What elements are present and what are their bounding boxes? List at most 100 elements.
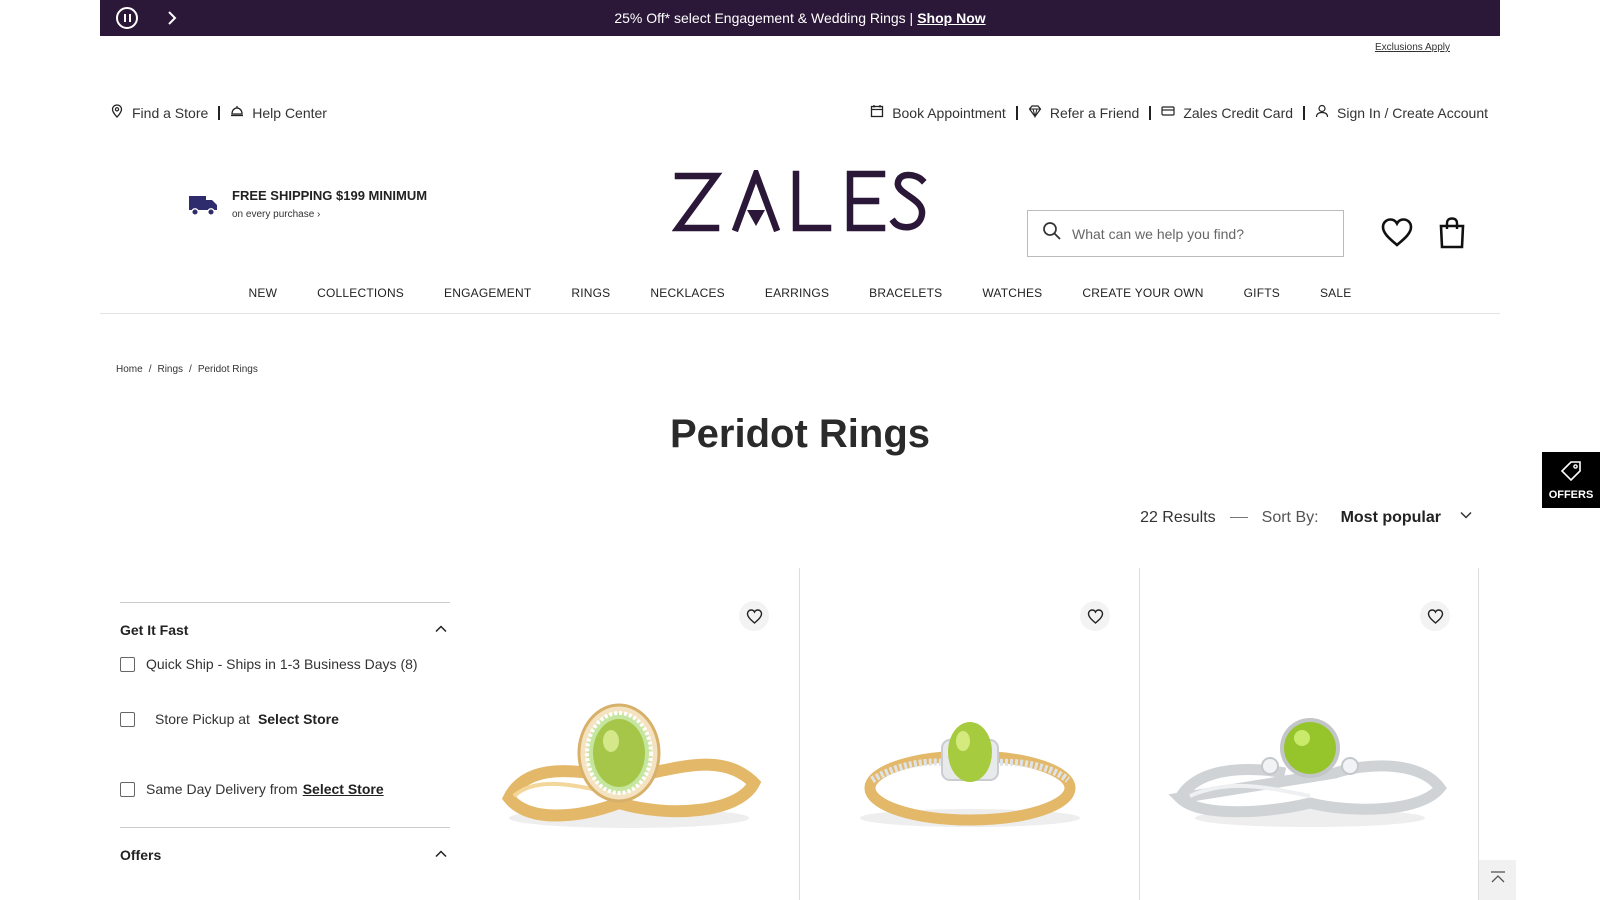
quick-ship-option[interactable]: Quick Ship - Ships in 1-3 Business Days …	[120, 651, 450, 677]
help-center-link[interactable]: Help Center	[230, 104, 327, 121]
nav-rings[interactable]: RINGS	[571, 280, 610, 313]
nav-collections[interactable]: COLLECTIONS	[317, 280, 404, 313]
product-image[interactable]	[810, 678, 1130, 838]
breadcrumb-home[interactable]: Home	[116, 364, 143, 375]
wishlist-heart-icon[interactable]	[1380, 216, 1414, 250]
page-title: Peridot Rings	[669, 412, 931, 456]
search-input[interactable]	[1072, 225, 1322, 242]
separator	[1149, 105, 1152, 120]
heart-icon[interactable]	[1420, 601, 1450, 631]
free-shipping-promo[interactable]: FREE SHIPPING $199 MINIMUM on every purc…	[188, 188, 427, 220]
chevron-right-icon[interactable]	[162, 8, 182, 28]
back-to-top-button[interactable]	[1479, 860, 1516, 900]
nav-create-your-own[interactable]: CREATE YOUR OWN	[1082, 280, 1203, 313]
find-store-link[interactable]: Find a Store	[110, 104, 208, 121]
offers-tab-label: OFFERS	[1548, 488, 1594, 501]
nav-watches[interactable]: WATCHES	[982, 280, 1042, 313]
nav-necklaces[interactable]: NECKLACES	[650, 280, 725, 313]
separator	[1015, 105, 1018, 120]
store-pickup-label: Store Pickup at	[155, 711, 250, 727]
breadcrumb-separator: /	[189, 364, 192, 375]
separator	[1303, 105, 1306, 120]
sort-dropdown[interactable]: Most popular	[1341, 508, 1473, 527]
get-it-fast-toggle[interactable]: Get It Fast	[120, 603, 450, 657]
product-card[interactable]	[1139, 568, 1479, 900]
exclusions-link[interactable]: Exclusions Apply	[1375, 42, 1450, 53]
search-box[interactable]	[1027, 210, 1344, 257]
nav-gifts[interactable]: GIFTS	[1244, 280, 1280, 313]
same-day-delivery-option: Same Day Delivery from Select Store	[120, 776, 450, 802]
main-nav: NEW COLLECTIONS ENGAGEMENT RINGS NECKLAC…	[100, 280, 1500, 314]
user-icon	[1315, 104, 1329, 121]
separator	[218, 105, 221, 120]
credit-card-label: Zales Credit Card	[1183, 104, 1294, 121]
breadcrumb-separator: /	[148, 364, 152, 375]
offers-side-tab[interactable]: OFFERS	[1542, 452, 1600, 508]
promo-text: 25% Off* select Engagement & Wedding Rin…	[614, 10, 914, 26]
chevron-up-icon	[434, 847, 450, 864]
shipping-subtitle: on every purchase ›	[232, 209, 321, 220]
filter-get-it-fast: Get It Fast Quick Ship - Ships in 1-3 Bu…	[120, 602, 450, 827]
page: 25% Off* select Engagement & Wedding Rin…	[0, 0, 1600, 900]
shipping-text: FREE SHIPPING $199 MINIMUM on every purc…	[232, 188, 427, 220]
same-day-select-store-link[interactable]: Select Store	[303, 781, 384, 797]
select-store-link[interactable]: Select Store	[258, 711, 339, 727]
nav-bracelets[interactable]: BRACELETS	[869, 280, 942, 313]
breadcrumb-current: Peridot Rings	[197, 364, 258, 375]
find-store-label: Find a Store	[132, 104, 209, 121]
shopping-bag-icon[interactable]	[1435, 216, 1469, 250]
refer-friend-label: Refer a Friend	[1049, 104, 1140, 121]
truck-icon	[188, 192, 218, 218]
product-card[interactable]	[459, 568, 799, 900]
quick-ship-checkbox[interactable]	[120, 656, 135, 672]
price-tag-icon	[1560, 460, 1582, 485]
filter-sidebar: Get It Fast Quick Ship - Ships in 1-3 Bu…	[120, 602, 450, 882]
book-appointment-label: Book Appointment	[892, 104, 1006, 121]
credit-card-link[interactable]: Zales Credit Card	[1161, 104, 1293, 121]
filter-offers: Offers	[120, 827, 450, 882]
credit-card-icon	[1161, 104, 1175, 121]
nav-earrings[interactable]: EARRINGS	[765, 280, 829, 313]
book-appointment-link[interactable]: Book Appointment	[870, 104, 1006, 121]
store-pickup-option: Store Pickup at Select Store	[120, 706, 450, 732]
filter-title: Get It Fast	[120, 622, 189, 638]
heart-icon[interactable]	[739, 601, 769, 631]
nav-sale[interactable]: SALE	[1320, 280, 1352, 313]
breadcrumb: Home / Rings / Peridot Rings	[116, 364, 258, 375]
promo-banner: 25% Off* select Engagement & Wedding Rin…	[100, 0, 1500, 36]
store-pickup-checkbox[interactable]	[120, 711, 135, 727]
results-count: 22 Results	[1140, 508, 1216, 526]
refer-friend-link[interactable]: Refer a Friend	[1028, 104, 1139, 121]
heart-icon[interactable]	[1080, 601, 1110, 631]
breadcrumb-rings[interactable]: Rings	[157, 364, 183, 375]
shop-now-link[interactable]: Shop Now	[917, 10, 985, 26]
divider	[1229, 517, 1248, 518]
shipping-title: FREE SHIPPING $199 MINIMUM	[232, 188, 428, 203]
sort-value: Most popular	[1340, 508, 1441, 526]
product-image[interactable]	[469, 678, 789, 838]
arrow-up-icon	[1489, 870, 1507, 891]
nav-new[interactable]: NEW	[249, 280, 278, 313]
sign-in-label: Sign In / Create Account	[1337, 104, 1488, 121]
chevron-up-icon	[434, 622, 450, 639]
utility-nav-right: Book Appointment Refer a Friend Zales Cr…	[870, 104, 1488, 121]
same-day-label: Same Day Delivery from	[146, 781, 298, 797]
pause-icon[interactable]	[116, 7, 138, 29]
search-icon	[1042, 221, 1062, 246]
help-center-label: Help Center	[252, 104, 327, 121]
diamond-icon	[1028, 104, 1042, 121]
calendar-icon	[870, 104, 884, 121]
chevron-down-icon	[1441, 508, 1473, 527]
offers-filter-toggle[interactable]: Offers	[120, 828, 450, 882]
utility-nav-left: Find a Store Help Center	[110, 104, 327, 121]
results-sort-bar: 22 Results Sort By: Most popular	[1140, 508, 1473, 527]
product-card[interactable]	[799, 568, 1139, 900]
service-bell-icon	[230, 104, 244, 121]
product-image[interactable]	[1150, 678, 1470, 838]
sign-in-link[interactable]: Sign In / Create Account	[1315, 104, 1488, 121]
nav-engagement[interactable]: ENGAGEMENT	[444, 280, 531, 313]
same-day-checkbox[interactable]	[120, 781, 135, 797]
location-pin-icon	[110, 104, 124, 121]
zales-logo[interactable]	[671, 164, 928, 234]
